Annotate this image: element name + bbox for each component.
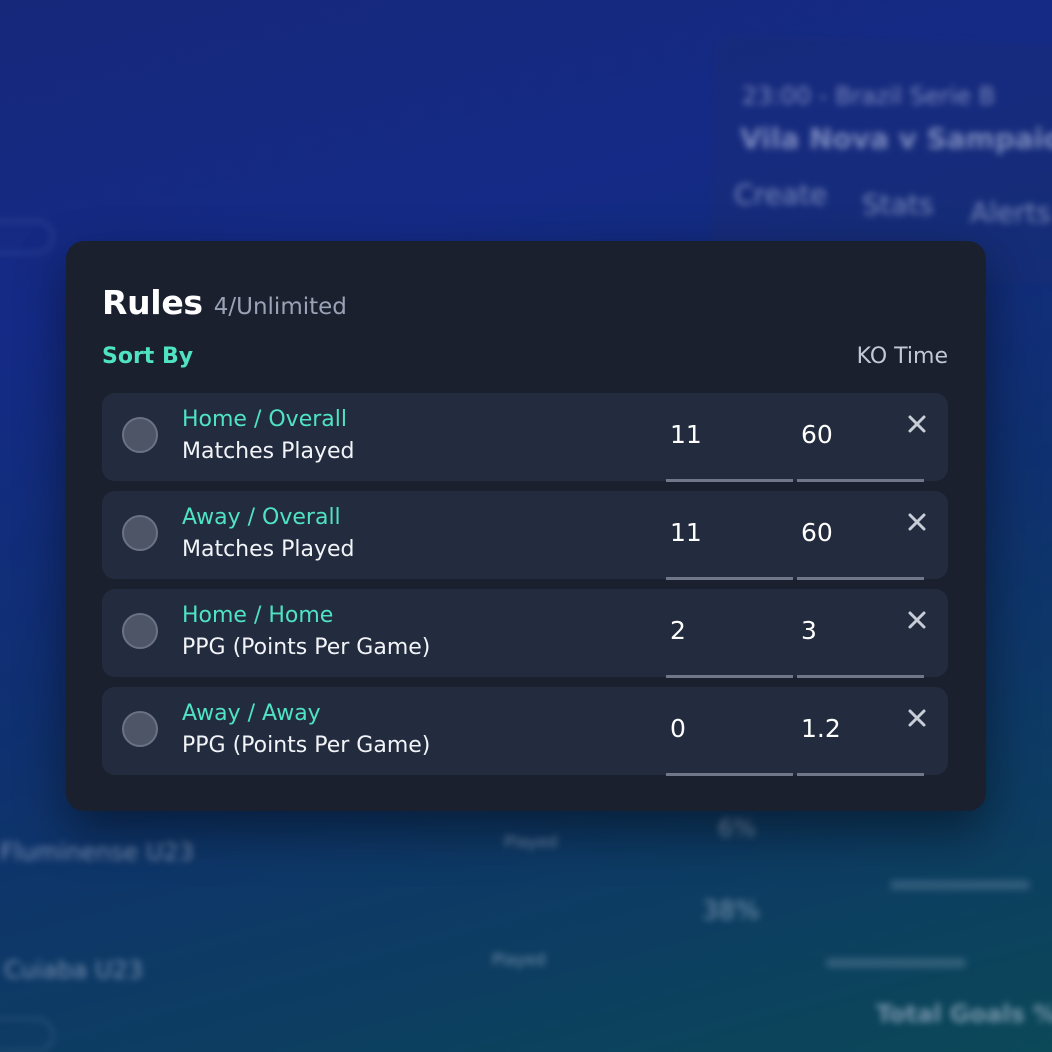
remove-rule-button[interactable] bbox=[902, 605, 932, 635]
close-icon bbox=[908, 709, 926, 727]
rules-card: Rules 4/Unlimited Sort By KO Time Home /… bbox=[66, 241, 986, 811]
card-header: Rules 4/Unlimited bbox=[102, 283, 347, 322]
background-pill bbox=[0, 1018, 54, 1052]
min-value-input[interactable] bbox=[670, 515, 785, 549]
rule-metric: PPG (Points Per Game) bbox=[182, 733, 431, 758]
background-team-1: Fluminense U23 bbox=[0, 838, 194, 866]
rule-count: 4/Unlimited bbox=[213, 294, 347, 320]
rule-category: Home / Overall bbox=[182, 407, 347, 432]
remove-rule-button[interactable] bbox=[902, 507, 932, 537]
rule-select-radio[interactable] bbox=[122, 711, 158, 747]
rule-metric: Matches Played bbox=[182, 439, 355, 464]
min-value-field-container bbox=[666, 393, 793, 482]
max-value-input[interactable] bbox=[801, 613, 916, 647]
min-value-field-container bbox=[666, 491, 793, 580]
rule-select-radio[interactable] bbox=[122, 417, 158, 453]
remove-rule-button[interactable] bbox=[902, 409, 932, 439]
min-value-input[interactable] bbox=[670, 613, 785, 647]
background-percent-1: 6% bbox=[718, 814, 757, 842]
rule-select-radio[interactable] bbox=[122, 515, 158, 551]
rule-category: Away / Overall bbox=[182, 505, 341, 530]
max-value-input[interactable] bbox=[801, 515, 916, 549]
min-value-input[interactable] bbox=[670, 711, 785, 745]
background-bar bbox=[890, 880, 1030, 890]
background-tab-create: Create bbox=[734, 178, 828, 211]
background-match-teams: Vila Nova v Sampaio bbox=[740, 122, 1052, 155]
rule-category: Home / Home bbox=[182, 603, 334, 628]
background-bar bbox=[826, 958, 966, 968]
background-pill bbox=[0, 220, 54, 254]
rule-row: Away / Overall Matches Played bbox=[102, 491, 948, 580]
close-icon bbox=[908, 611, 926, 629]
background-team-2: Cuiaba U23 bbox=[4, 956, 144, 984]
max-value-input[interactable] bbox=[801, 417, 916, 451]
background-total-goals: Total Goals % bbox=[876, 1000, 1052, 1028]
rule-row: Home / Home PPG (Points Per Game) bbox=[102, 589, 948, 678]
background-tab-alerts: Alerts bbox=[970, 196, 1052, 229]
close-icon bbox=[908, 513, 926, 531]
rule-row: Away / Away PPG (Points Per Game) bbox=[102, 687, 948, 776]
rule-metric: PPG (Points Per Game) bbox=[182, 635, 431, 660]
close-icon bbox=[908, 415, 926, 433]
sort-value[interactable]: KO Time bbox=[857, 344, 948, 369]
background-tab-stats: Stats bbox=[862, 188, 934, 221]
min-value-input[interactable] bbox=[670, 417, 785, 451]
background-played-1: Played bbox=[504, 832, 558, 851]
background-played-2: Played bbox=[492, 950, 546, 969]
card-title: Rules bbox=[102, 283, 203, 322]
sort-by-label[interactable]: Sort By bbox=[102, 344, 193, 369]
rule-metric: Matches Played bbox=[182, 537, 355, 562]
background-match-time: 23:00 - Brazil Serie B bbox=[742, 82, 996, 110]
rule-category: Away / Away bbox=[182, 701, 321, 726]
remove-rule-button[interactable] bbox=[902, 703, 932, 733]
max-value-input[interactable] bbox=[801, 711, 916, 745]
rule-row: Home / Overall Matches Played bbox=[102, 393, 948, 482]
min-value-field-container bbox=[666, 589, 793, 678]
background-percent-2: 38% bbox=[702, 896, 760, 926]
min-value-field-container bbox=[666, 687, 793, 776]
rule-select-radio[interactable] bbox=[122, 613, 158, 649]
